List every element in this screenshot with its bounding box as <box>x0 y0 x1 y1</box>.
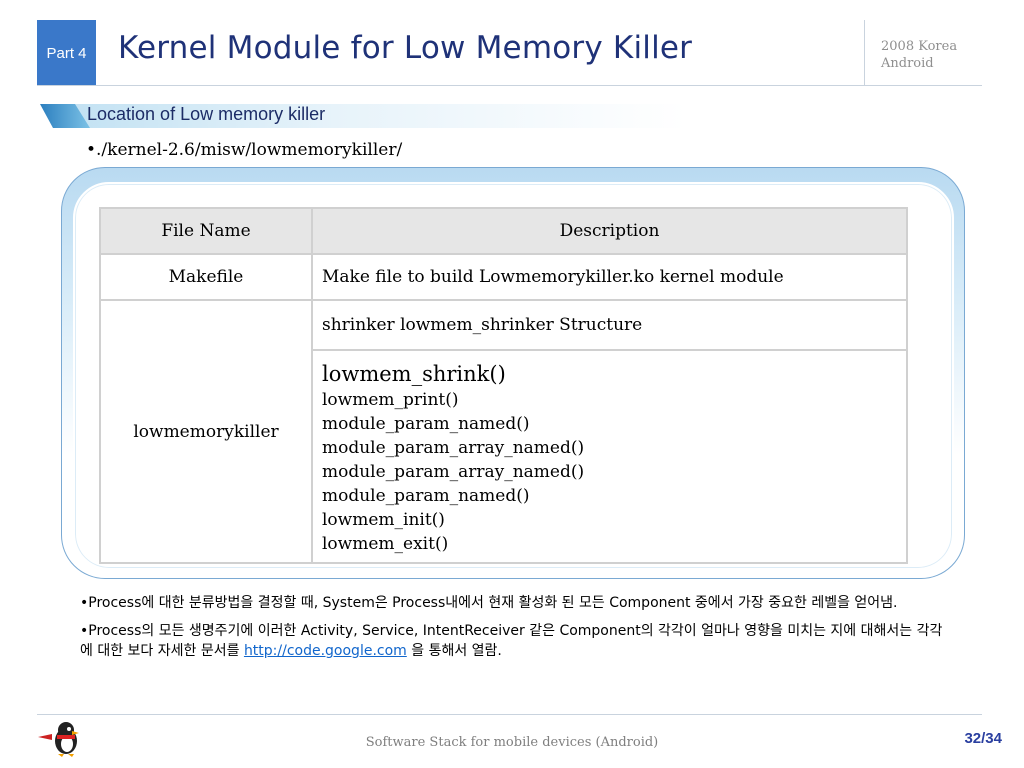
function-list-cell: lowmem_shrink() lowmem_print() module_pa… <box>311 349 908 564</box>
event-year: 2008 Korea <box>881 39 958 54</box>
table-header-row: File Name Description <box>99 207 908 255</box>
table-row: lowmemorykiller shrinker lowmem_shrinker… <box>99 299 908 564</box>
event-label: 2008 Korea Android <box>881 38 957 72</box>
note-text: 을 통해서 열람. <box>406 643 502 659</box>
google-code-link[interactable]: http://code.google.com <box>244 643 407 659</box>
function-name: module_param_array_named() <box>322 462 585 482</box>
function-name: lowmem_shrink() <box>322 362 506 386</box>
note-text: •Process의 모든 생명주기에 이러한 Activity, Service… <box>80 623 943 659</box>
description-cell: shrinker lowmem_shrinker Structure <box>311 299 908 351</box>
header-file-name: File Name <box>99 207 313 255</box>
section-heading: Location of Low memory killer <box>87 104 326 124</box>
description-cell: Make file to build Lowmemorykiller.ko ke… <box>311 253 908 301</box>
header-divider <box>864 20 865 86</box>
header-description: Description <box>311 207 908 255</box>
header-rule <box>37 85 982 86</box>
file-name-cell: lowmemorykiller <box>99 299 313 564</box>
footer-text: Software Stack for mobile devices (Andro… <box>365 735 659 750</box>
table-row: Makefile Make file to build Lowmemorykil… <box>99 253 908 301</box>
file-name-cell: Makefile <box>99 253 313 301</box>
function-name: module_param_named() <box>322 414 530 434</box>
page-number: 32/34 <box>964 730 1002 747</box>
function-name: lowmem_exit() <box>322 534 449 554</box>
file-table: File Name Description Makefile Make file… <box>99 207 908 564</box>
part-label: Part 4 <box>37 20 96 86</box>
function-name: lowmem_print() <box>322 390 459 410</box>
notes: •Process에 대한 분류방법을 결정할 때, System은 Proces… <box>80 593 945 669</box>
source-path: •./kernel-2.6/misw/lowmemorykiller/ <box>86 140 403 160</box>
function-name: lowmem_init() <box>322 510 445 530</box>
slide-title: Kernel Module for Low Memory Killer <box>118 30 693 66</box>
function-name: module_param_array_named() <box>322 438 585 458</box>
event-name: Android <box>881 56 934 71</box>
note-bullet: •Process에 대한 분류방법을 결정할 때, System은 Proces… <box>80 595 898 611</box>
footer-rule <box>37 714 982 715</box>
note-bullet: •Process의 모든 생명주기에 이러한 Activity, Service… <box>80 621 945 661</box>
function-name: module_param_named() <box>322 486 530 506</box>
